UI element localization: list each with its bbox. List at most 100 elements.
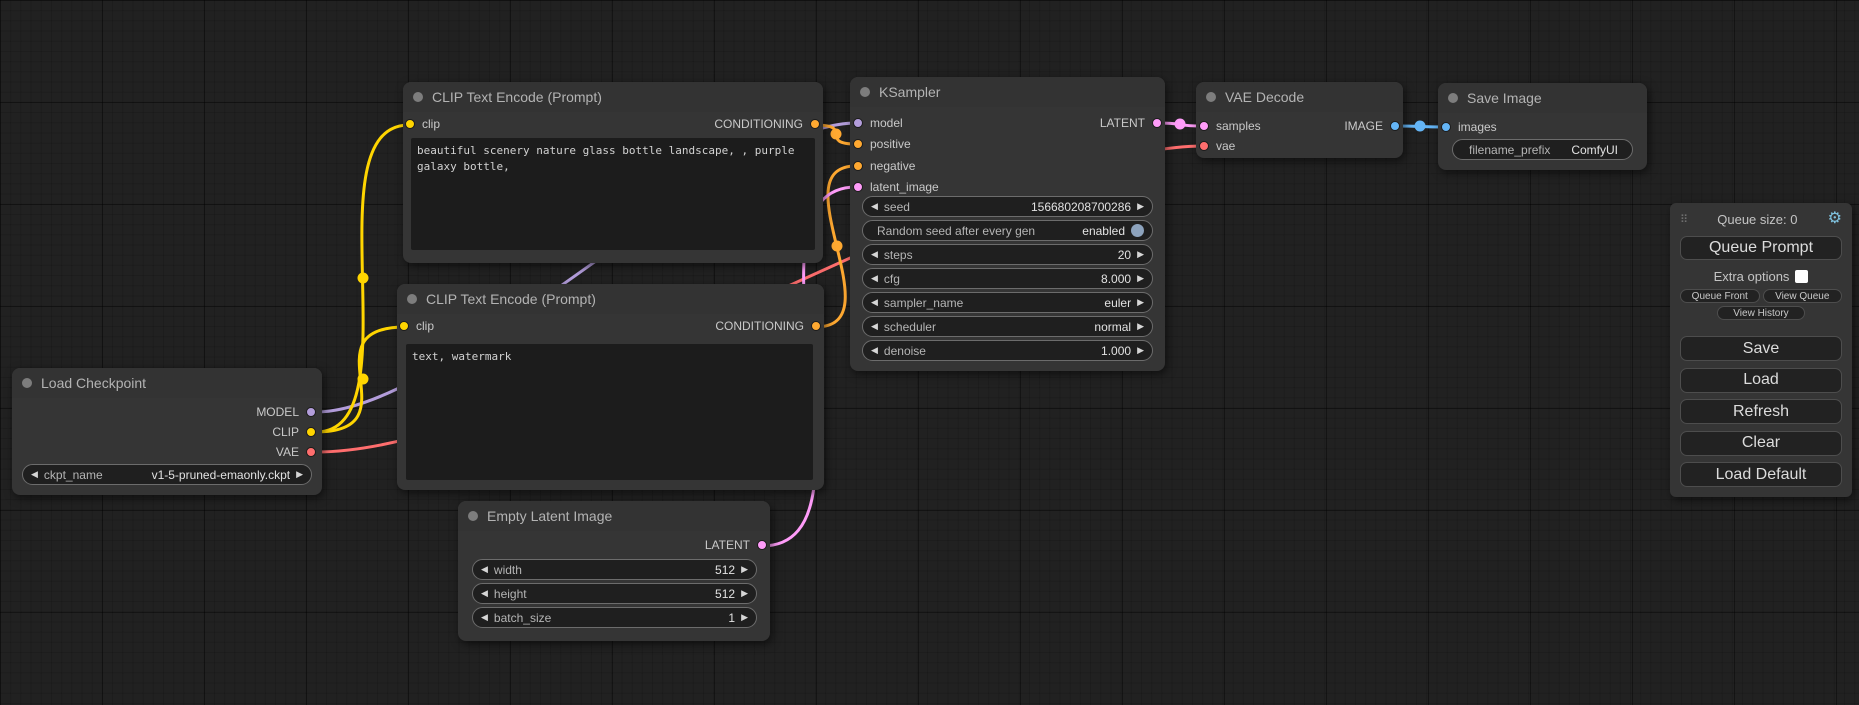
input-port-samples[interactable]	[1199, 121, 1209, 131]
increment-arrow-icon[interactable]: ▶	[741, 613, 748, 622]
load-button[interactable]: Load	[1680, 368, 1842, 393]
increment-arrow-icon[interactable]: ▶	[1137, 346, 1144, 355]
decrement-arrow-icon[interactable]: ◀	[871, 322, 878, 331]
input-port-negative[interactable]	[853, 161, 863, 171]
seed-widget[interactable]: ◀ seed 156680208700286 ▶	[862, 196, 1153, 217]
node-title-bar[interactable]: CLIP Text Encode (Prompt)	[397, 284, 824, 314]
increment-arrow-icon[interactable]: ▶	[1137, 250, 1144, 259]
decrement-arrow-icon[interactable]: ◀	[31, 470, 38, 479]
increment-arrow-icon[interactable]: ▶	[1137, 274, 1144, 283]
decrement-arrow-icon[interactable]: ◀	[871, 274, 878, 283]
widget-value: ComfyUI	[1571, 143, 1618, 157]
denoise-widget[interactable]: ◀ denoise 1.000 ▶	[862, 340, 1153, 361]
node-clip-text-encode-positive[interactable]: CLIP Text Encode (Prompt) clip CONDITION…	[403, 82, 823, 263]
node-ksampler[interactable]: KSampler model LATENT positive negative …	[850, 77, 1165, 371]
collapse-dot-icon[interactable]	[1448, 93, 1458, 103]
toggle-knob-icon[interactable]	[1131, 224, 1144, 237]
widget-label: denoise	[884, 344, 926, 358]
collapse-dot-icon[interactable]	[407, 294, 417, 304]
input-port-clip[interactable]	[405, 119, 415, 129]
drag-handle-icon[interactable]: ⠿	[1680, 213, 1687, 226]
refresh-button[interactable]: Refresh	[1680, 399, 1842, 424]
input-port-positive[interactable]	[853, 139, 863, 149]
output-port-vae[interactable]	[306, 447, 316, 457]
input-port-latent-image[interactable]	[853, 182, 863, 192]
height-widget[interactable]: ◀ height 512 ▶	[472, 583, 757, 604]
decrement-arrow-icon[interactable]: ◀	[871, 346, 878, 355]
increment-arrow-icon[interactable]: ▶	[1137, 298, 1144, 307]
output-port-image[interactable]	[1390, 121, 1400, 131]
steps-widget[interactable]: ◀ steps 20 ▶	[862, 244, 1153, 265]
input-port-model[interactable]	[853, 118, 863, 128]
input-port-vae[interactable]	[1199, 141, 1209, 151]
increment-arrow-icon[interactable]: ▶	[741, 589, 748, 598]
width-widget[interactable]: ◀ width 512 ▶	[472, 559, 757, 580]
node-clip-text-encode-negative[interactable]: CLIP Text Encode (Prompt) clip CONDITION…	[397, 284, 824, 490]
widget-value: normal	[1094, 320, 1131, 334]
sampler-name-widget[interactable]: ◀ sampler_name euler ▶	[862, 292, 1153, 313]
widget-label: width	[494, 563, 522, 577]
output-port-latent[interactable]	[757, 540, 767, 550]
output-port-conditioning[interactable]	[810, 119, 820, 129]
load-default-button[interactable]: Load Default	[1680, 462, 1842, 487]
collapse-dot-icon[interactable]	[1206, 92, 1216, 102]
output-port-latent[interactable]	[1152, 118, 1162, 128]
collapse-dot-icon[interactable]	[468, 511, 478, 521]
decrement-arrow-icon[interactable]: ◀	[481, 613, 488, 622]
collapse-dot-icon[interactable]	[22, 378, 32, 388]
queue-size-label: Queue size: 0	[1687, 212, 1828, 227]
output-port-clip[interactable]	[306, 427, 316, 437]
scheduler-widget[interactable]: ◀ scheduler normal ▶	[862, 316, 1153, 337]
increment-arrow-icon[interactable]: ▶	[1137, 322, 1144, 331]
decrement-arrow-icon[interactable]: ◀	[481, 589, 488, 598]
node-title-bar[interactable]: KSampler	[850, 77, 1165, 107]
decrement-arrow-icon[interactable]: ◀	[871, 250, 878, 259]
decrement-arrow-icon[interactable]: ◀	[481, 565, 488, 574]
decrement-arrow-icon[interactable]: ◀	[871, 202, 878, 211]
extra-options-label: Extra options	[1714, 269, 1790, 284]
cfg-widget[interactable]: ◀ cfg 8.000 ▶	[862, 268, 1153, 289]
output-port-model[interactable]	[306, 407, 316, 417]
random-seed-toggle-widget[interactable]: Random seed after every gen enabled	[862, 220, 1153, 241]
widget-label: scheduler	[884, 320, 936, 334]
node-save-image[interactable]: Save Image images filename_prefix ComfyU…	[1438, 83, 1647, 170]
batch-size-widget[interactable]: ◀ batch_size 1 ▶	[472, 607, 757, 628]
filename-prefix-widget[interactable]: filename_prefix ComfyUI	[1452, 139, 1633, 160]
collapse-dot-icon[interactable]	[413, 92, 423, 102]
gear-icon[interactable]: ⚙	[1828, 211, 1842, 227]
save-button[interactable]: Save	[1680, 336, 1842, 361]
view-history-button[interactable]: View History	[1717, 306, 1805, 320]
input-label: images	[1458, 120, 1497, 134]
node-load-checkpoint[interactable]: Load Checkpoint MODEL CLIP VAE ◀ ckpt_na…	[12, 368, 322, 495]
clear-button[interactable]: Clear	[1680, 431, 1842, 456]
widget-label: batch_size	[494, 611, 551, 625]
widget-value: 156680208700286	[1031, 200, 1131, 214]
input-label: clip	[416, 319, 434, 333]
ckpt-name-widget[interactable]: ◀ ckpt_name v1-5-pruned-emaonly.ckpt ▶	[22, 464, 312, 485]
node-title-bar[interactable]: CLIP Text Encode (Prompt)	[403, 82, 823, 112]
node-title-bar[interactable]: Load Checkpoint	[12, 368, 322, 398]
increment-arrow-icon[interactable]: ▶	[741, 565, 748, 574]
node-title-bar[interactable]: Empty Latent Image	[458, 501, 770, 531]
output-label: LATENT	[1100, 116, 1145, 130]
view-queue-button[interactable]: View Queue	[1763, 289, 1843, 303]
input-port-clip[interactable]	[399, 321, 409, 331]
queue-front-button[interactable]: Queue Front	[1680, 289, 1760, 303]
queue-prompt-button[interactable]: Queue Prompt	[1680, 236, 1842, 260]
extra-options-checkbox[interactable]	[1795, 270, 1808, 283]
increment-arrow-icon[interactable]: ▶	[296, 470, 303, 479]
node-canvas[interactable]: Load Checkpoint MODEL CLIP VAE ◀ ckpt_na…	[0, 0, 1859, 705]
widget-value: v1-5-pruned-emaonly.ckpt	[152, 468, 291, 482]
collapse-dot-icon[interactable]	[860, 87, 870, 97]
node-title-bar[interactable]: Save Image	[1438, 83, 1647, 113]
decrement-arrow-icon[interactable]: ◀	[871, 298, 878, 307]
increment-arrow-icon[interactable]: ▶	[1137, 202, 1144, 211]
output-port-conditioning[interactable]	[811, 321, 821, 331]
negative-prompt-textarea[interactable]: text, watermark	[406, 344, 813, 480]
node-title-bar[interactable]: VAE Decode	[1196, 82, 1403, 112]
input-port-images[interactable]	[1441, 122, 1451, 132]
node-empty-latent-image[interactable]: Empty Latent Image LATENT ◀ width 512 ▶ …	[458, 501, 770, 641]
positive-prompt-textarea[interactable]: beautiful scenery nature glass bottle la…	[411, 138, 815, 250]
queue-panel-header[interactable]: ⠿ Queue size: 0 ⚙	[1680, 209, 1842, 230]
node-vae-decode[interactable]: VAE Decode samples IMAGE vae	[1196, 82, 1403, 158]
